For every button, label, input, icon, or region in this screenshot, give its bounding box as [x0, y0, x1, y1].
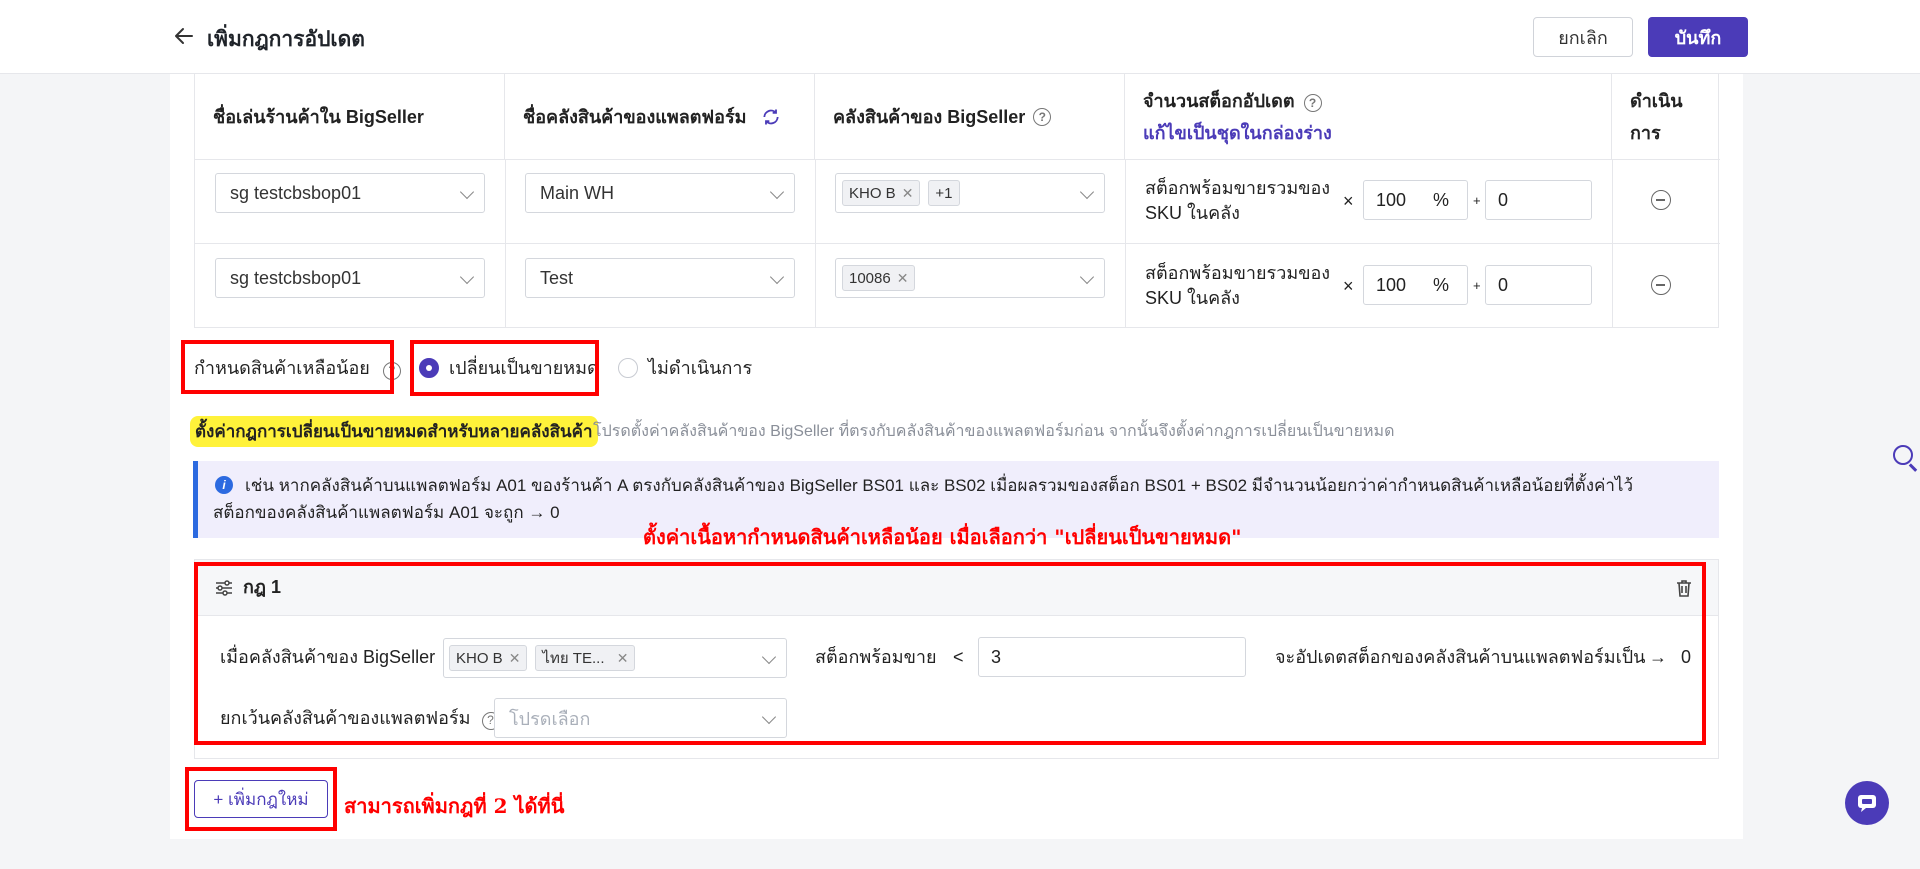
divider	[505, 159, 506, 328]
close-icon[interactable]: ✕	[897, 270, 909, 287]
help-icon[interactable]: ?	[1303, 94, 1322, 112]
shop-select[interactable]: sg testcbsbop01	[215, 173, 485, 213]
column-header-stock-update: จำนวนสต็อกอัปเดต ? แก้ไขเป็นชุดในกล่องร่…	[1125, 74, 1612, 159]
column-header-platform-warehouse: ชื่อคลังสินค้าของแพลตฟอร์ม	[505, 74, 815, 159]
annotation-text: สามารถเพิ่มกฎที่ 2 ได้ที่นี่	[344, 794, 565, 818]
annotation-box	[194, 562, 1706, 745]
percent-input[interactable]: 100%	[1363, 180, 1468, 220]
info-text: สต็อกของคลังสินค้าแพลตฟอร์ม A01 จะถูก → …	[213, 503, 560, 522]
annotation-box	[410, 340, 599, 396]
platform-warehouse-select[interactable]: Test	[525, 258, 795, 298]
cancel-button[interactable]: ยกเลิก	[1533, 17, 1633, 57]
percent-input[interactable]: 100%	[1363, 265, 1468, 305]
annotation-box	[185, 767, 337, 831]
chevron-down-icon	[1079, 269, 1095, 285]
column-header-bigseller-warehouse: คลังสินค้าของ BigSeller ?	[815, 74, 1125, 159]
info-text: เช่น หากคลังสินค้าบนแพลตฟอร์ม A01 ของร้า…	[245, 476, 1634, 495]
column-header-action: ดำเนิน การ	[1630, 91, 1683, 143]
add-value-input[interactable]: 0	[1485, 180, 1592, 220]
stock-formula-label: สต็อกพร้อมขายรวมของ SKU ในคลัง	[1145, 178, 1331, 223]
help-icon[interactable]: ?	[1033, 107, 1052, 126]
divider	[195, 159, 1720, 160]
warehouse-tag: KHO B ✕	[842, 180, 921, 206]
chevron-down-icon	[769, 184, 785, 200]
column-header-shop: ชื่อเล่นร้านค้าใน BigSeller	[195, 74, 505, 159]
chevron-down-icon	[459, 269, 475, 285]
multi-warehouse-rule-hint: โปรดตั้งค่าคลังสินค้าของ BigSeller ที่ตร…	[593, 423, 1395, 440]
search-icon[interactable]	[1893, 445, 1913, 465]
top-bar: เพิ่มกฎการอัปเดต ยกเลิก บันทึก	[0, 0, 1920, 74]
save-button[interactable]: บันทึก	[1648, 17, 1748, 57]
bigseller-warehouse-select[interactable]: 10086 ✕	[835, 258, 1105, 298]
info-icon: i	[215, 476, 233, 494]
back-arrow-icon[interactable]	[172, 24, 196, 48]
divider	[195, 243, 1720, 244]
annotation-box	[181, 340, 394, 394]
radio-no-action[interactable]	[618, 358, 638, 378]
bigseller-warehouse-select[interactable]: KHO B ✕ +1	[835, 173, 1105, 213]
multiply-sign: ×	[1343, 276, 1354, 296]
batch-edit-link[interactable]: แก้ไขเป็นชุดในกล่องร่าง	[1143, 118, 1332, 147]
chat-button[interactable]	[1845, 781, 1889, 825]
divider	[1125, 159, 1126, 328]
multiply-sign: ×	[1343, 191, 1354, 211]
refresh-icon[interactable]	[761, 107, 781, 127]
more-tag: +1	[928, 180, 960, 206]
plus-sign: +	[1473, 278, 1481, 293]
stock-formula-label: สต็อกพร้อมขายรวมของ SKU ในคลัง	[1145, 263, 1331, 308]
warehouse-tag: 10086 ✕	[842, 265, 916, 291]
chevron-down-icon	[1079, 184, 1095, 200]
plus-sign: +	[1473, 193, 1481, 208]
multi-warehouse-rule-title: ตั้งค่ากฎการเปลี่ยนเป็นขายหมดสำหรับหลายค…	[190, 416, 598, 447]
radio-no-action-label[interactable]: ไม่ดำเนินการ	[648, 356, 752, 381]
remove-row-icon[interactable]	[1651, 275, 1671, 295]
chat-icon	[1858, 795, 1876, 812]
shop-select[interactable]: sg testcbsbop01	[215, 258, 485, 298]
add-value-input[interactable]: 0	[1485, 265, 1592, 305]
page-title: เพิ่มกฎการอัปเดต	[207, 28, 365, 51]
remove-row-icon[interactable]	[1651, 190, 1671, 210]
platform-warehouse-select[interactable]: Main WH	[525, 173, 795, 213]
warehouse-mapping-table: ชื่อเล่นร้านค้าใน BigSeller ชื่อคลังสินค…	[194, 74, 1720, 328]
divider	[1612, 159, 1613, 328]
annotation-text: ตั้งค่าเนื้อหากำหนดสินค้าเหลือน้อย เมื่อ…	[643, 525, 1242, 549]
chevron-down-icon	[459, 184, 475, 200]
close-icon[interactable]: ✕	[902, 185, 914, 202]
chevron-down-icon	[769, 269, 785, 285]
divider	[815, 159, 816, 328]
